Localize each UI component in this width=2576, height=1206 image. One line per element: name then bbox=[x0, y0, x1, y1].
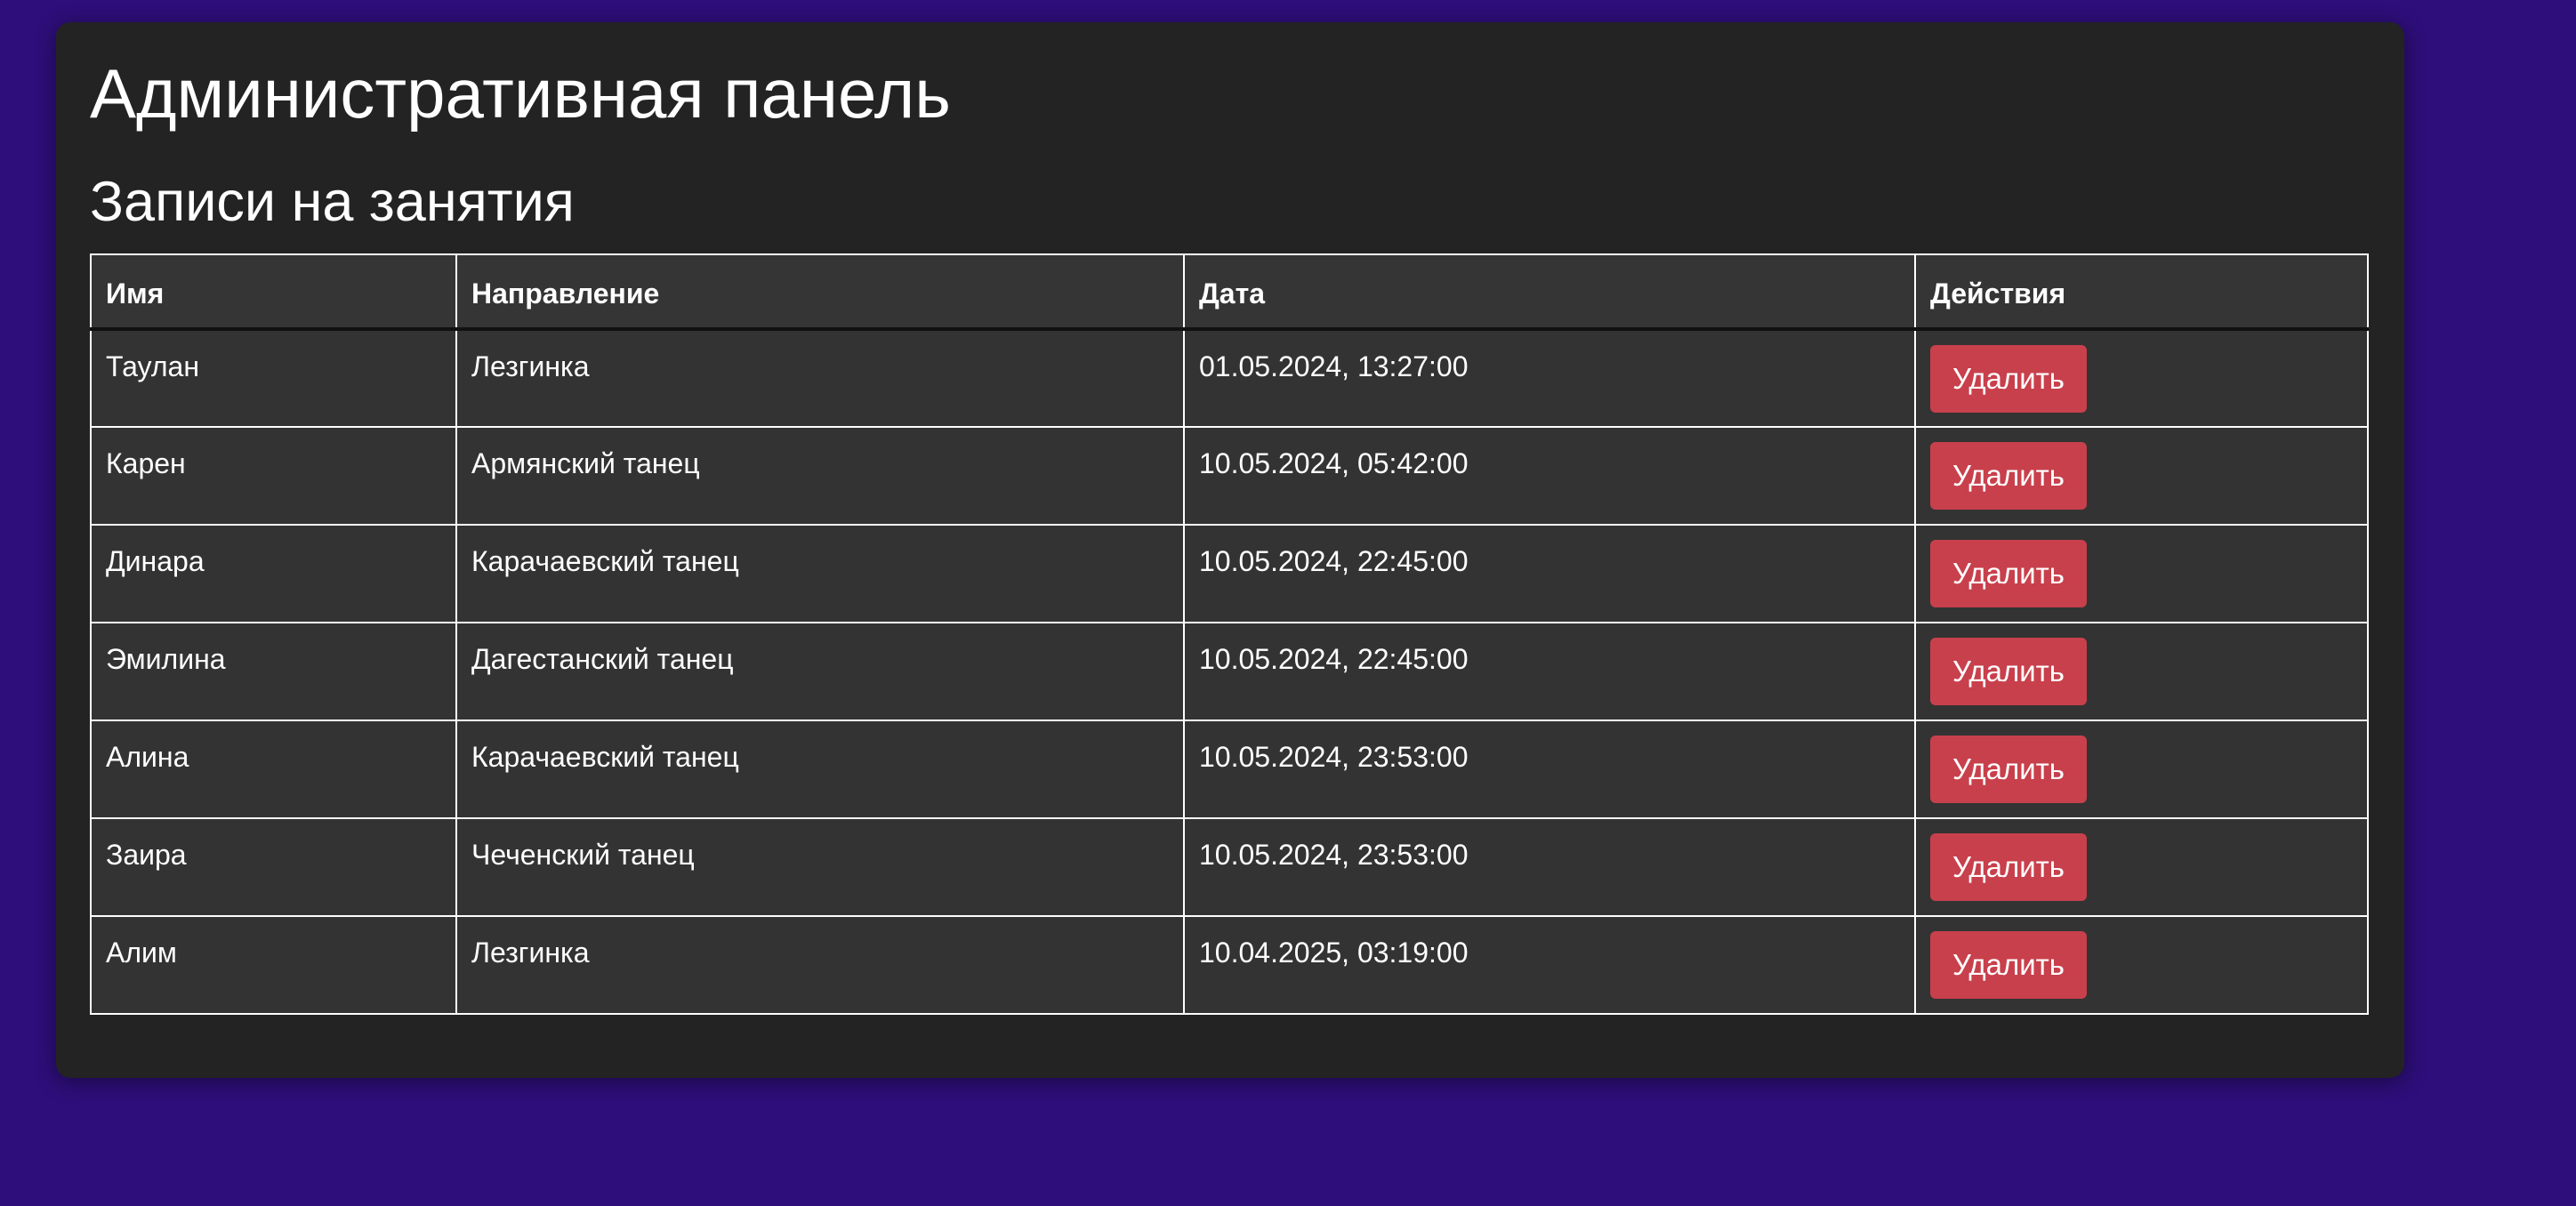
cell-name: Эмилина bbox=[90, 622, 457, 721]
table-row: Таулан Лезгинка 01.05.2024, 13:27:00 Уда… bbox=[90, 328, 2369, 428]
cell-name: Карен bbox=[90, 426, 457, 526]
cell-direction: Армянский танец bbox=[455, 426, 1185, 526]
admin-panel: Административная панель Записи на заняти… bbox=[56, 22, 2404, 1078]
delete-button[interactable]: Удалить bbox=[1930, 638, 2087, 705]
column-header-name: Имя bbox=[90, 253, 457, 331]
cell-name: Заира bbox=[90, 817, 457, 917]
cell-date: 10.05.2024, 22:45:00 bbox=[1183, 524, 1916, 623]
table-row: Алина Карачаевский танец 10.05.2024, 23:… bbox=[90, 720, 2369, 819]
bookings-table: Имя Направление Дата Действия Таулан Лез… bbox=[90, 253, 2369, 1015]
section-title: Записи на занятия bbox=[90, 171, 575, 233]
cell-name: Таулан bbox=[90, 328, 457, 428]
cell-name: Алим bbox=[90, 915, 457, 1015]
delete-button[interactable]: Удалить bbox=[1930, 833, 2087, 901]
cell-direction: Дагестанский танец bbox=[455, 622, 1185, 721]
delete-button[interactable]: Удалить bbox=[1930, 540, 2087, 607]
cell-actions: Удалить bbox=[1914, 720, 2369, 819]
cell-date: 01.05.2024, 13:27:00 bbox=[1183, 328, 1916, 428]
cell-direction: Лезгинка bbox=[455, 915, 1185, 1015]
column-header-actions: Действия bbox=[1914, 253, 2369, 331]
delete-button[interactable]: Удалить bbox=[1930, 442, 2087, 510]
cell-direction: Лезгинка bbox=[455, 328, 1185, 428]
table-row: Динара Карачаевский танец 10.05.2024, 22… bbox=[90, 524, 2369, 623]
cell-date: 10.05.2024, 22:45:00 bbox=[1183, 622, 1916, 721]
cell-actions: Удалить bbox=[1914, 328, 2369, 428]
column-header-date: Дата bbox=[1183, 253, 1916, 331]
table-header-row: Имя Направление Дата Действия bbox=[90, 253, 2369, 331]
cell-date: 10.05.2024, 23:53:00 bbox=[1183, 720, 1916, 819]
delete-button[interactable]: Удалить bbox=[1930, 345, 2087, 413]
cell-date: 10.05.2024, 05:42:00 bbox=[1183, 426, 1916, 526]
cell-actions: Удалить bbox=[1914, 622, 2369, 721]
cell-direction: Карачаевский танец bbox=[455, 524, 1185, 623]
table-row: Алим Лезгинка 10.04.2025, 03:19:00 Удали… bbox=[90, 915, 2369, 1015]
table-row: Эмилина Дагестанский танец 10.05.2024, 2… bbox=[90, 622, 2369, 721]
column-header-direction: Направление bbox=[455, 253, 1185, 331]
cell-actions: Удалить bbox=[1914, 817, 2369, 917]
page-title: Административная панель bbox=[90, 54, 951, 133]
cell-direction: Чеченский танец bbox=[455, 817, 1185, 917]
cell-date: 10.05.2024, 23:53:00 bbox=[1183, 817, 1916, 917]
delete-button[interactable]: Удалить bbox=[1930, 736, 2087, 803]
cell-actions: Удалить bbox=[1914, 426, 2369, 526]
cell-direction: Карачаевский танец bbox=[455, 720, 1185, 819]
table-row: Карен Армянский танец 10.05.2024, 05:42:… bbox=[90, 426, 2369, 526]
cell-name: Алина bbox=[90, 720, 457, 819]
table-row: Заира Чеченский танец 10.05.2024, 23:53:… bbox=[90, 817, 2369, 917]
delete-button[interactable]: Удалить bbox=[1930, 931, 2087, 999]
cell-actions: Удалить bbox=[1914, 524, 2369, 623]
cell-name: Динара bbox=[90, 524, 457, 623]
cell-date: 10.04.2025, 03:19:00 bbox=[1183, 915, 1916, 1015]
cell-actions: Удалить bbox=[1914, 915, 2369, 1015]
